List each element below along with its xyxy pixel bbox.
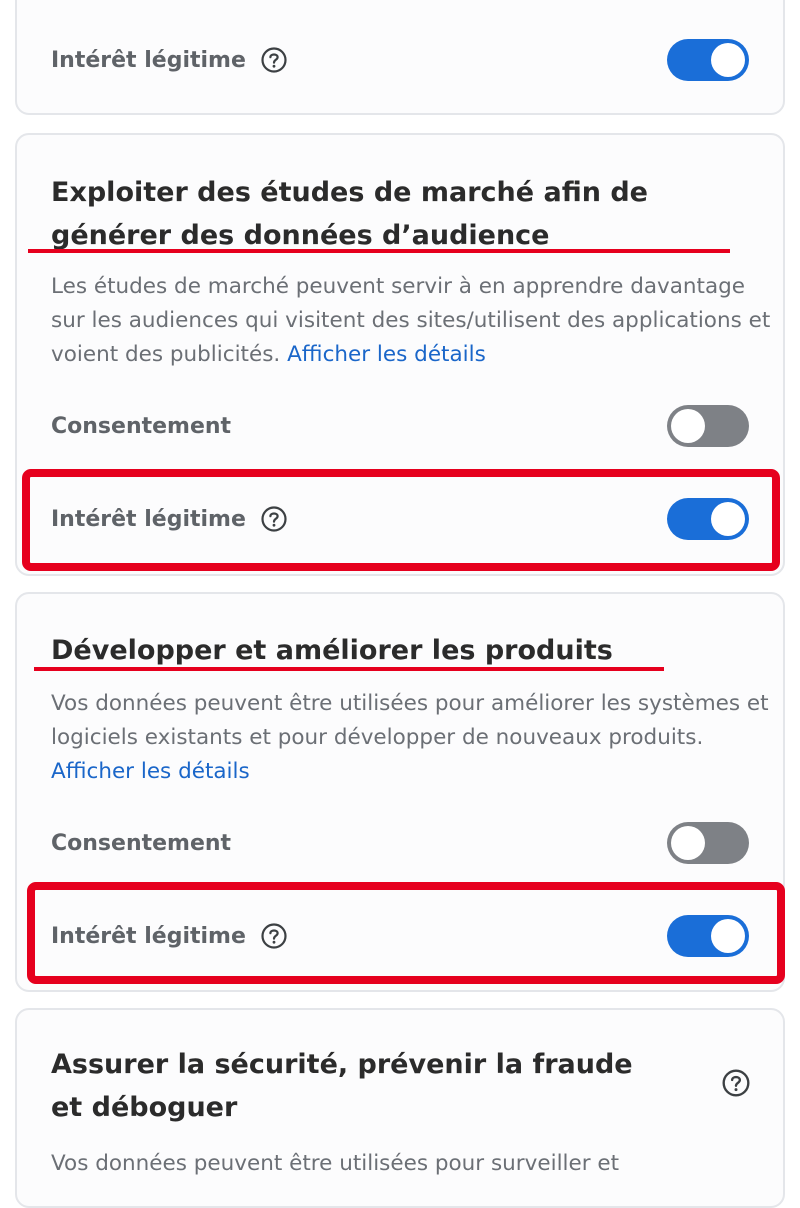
- purpose-title: Développer et améliorer les produits: [51, 635, 613, 666]
- purpose-card-partial-top: Intérêt légitime: [15, 0, 785, 115]
- toggle-knob: [671, 826, 705, 860]
- consent-toggle[interactable]: [667, 822, 749, 864]
- annotation-highlight-box: [27, 882, 785, 984]
- show-details-link[interactable]: Afficher les détails: [51, 759, 250, 784]
- consent-toggle[interactable]: [667, 405, 749, 447]
- purpose-description: Les études de marché peuvent servir à en…: [51, 270, 771, 372]
- purpose-title: Exploiter des études de marché afin de g…: [51, 177, 648, 251]
- purpose-description-text: Vos données peuvent être utilisées pour …: [51, 691, 769, 750]
- consent-label: Consentement: [51, 413, 232, 439]
- purpose-card-security: Assurer la sécurité, prévenir la fraude …: [15, 1008, 785, 1208]
- legitimate-interest-toggle[interactable]: [667, 39, 749, 81]
- purpose-description: Vos données peuvent être utilisées pour …: [51, 1147, 771, 1181]
- toggle-knob: [671, 409, 705, 443]
- consent-row: Consentement: [51, 821, 749, 865]
- consent-label: Consentement: [51, 830, 232, 856]
- consent-row: Consentement: [51, 404, 749, 448]
- question-circle-icon[interactable]: [721, 1068, 751, 1098]
- annotation-underline: [28, 249, 730, 253]
- purpose-description-text: Vos données peuvent être utilisées pour …: [51, 1151, 620, 1176]
- purpose-description: Vos données peuvent être utilisées pour …: [51, 687, 771, 789]
- annotation-underline: [34, 667, 664, 671]
- show-details-link[interactable]: Afficher les détails: [287, 342, 486, 367]
- annotation-highlight-box: [22, 469, 780, 571]
- legitimate-interest-row: Intérêt légitime: [51, 38, 749, 82]
- toggle-knob: [711, 43, 745, 77]
- legitimate-interest-label-group: Intérêt légitime: [51, 46, 288, 74]
- question-circle-icon[interactable]: [260, 46, 288, 74]
- purpose-title: Assurer la sécurité, prévenir la fraude …: [51, 1049, 633, 1123]
- legitimate-interest-label: Intérêt légitime: [51, 47, 246, 73]
